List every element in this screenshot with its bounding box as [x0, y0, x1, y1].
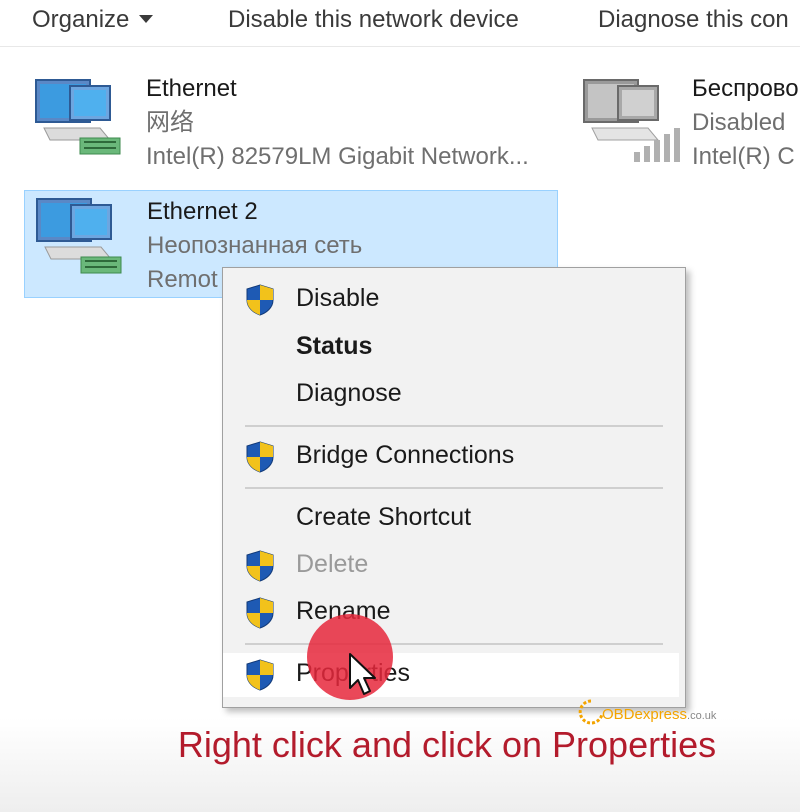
- menu-label: Create Shortcut: [296, 503, 472, 531]
- network-status: Неопознанная сеть: [147, 232, 363, 259]
- uac-shield-icon: [246, 284, 274, 316]
- menu-label: Diagnose: [296, 379, 402, 407]
- network-computer-icon: [35, 79, 121, 155]
- uac-shield-icon: [246, 550, 274, 582]
- wireless-computer-icon: [583, 79, 680, 162]
- instruction-caption: Right click and click on Properties: [177, 724, 717, 765]
- caret-down-icon: [139, 14, 154, 23]
- network-item-ethernet[interactable]: Ethernet 网络 Intel(R) 82579LM Gigabit Net…: [0, 72, 560, 182]
- mouse-pointer-icon: [349, 653, 376, 695]
- uac-shield-icon: [246, 597, 274, 629]
- menu-label: Bridge Connections: [296, 441, 515, 469]
- organize-button[interactable]: Organize: [32, 6, 154, 34]
- network-status: 网络: [146, 109, 194, 136]
- command-bar: Organize Disable this network device Dia…: [0, 0, 800, 47]
- network-name: Ethernet: [146, 75, 237, 102]
- menu-separator: [245, 425, 663, 427]
- menu-item-disable[interactable]: Disable: [223, 278, 685, 322]
- menu-label: Status: [296, 332, 373, 360]
- network-computer-icon: [36, 198, 122, 274]
- uac-shield-icon: [246, 441, 274, 473]
- network-device: Intel(R) C: [692, 143, 795, 170]
- organize-label: Organize: [32, 6, 130, 33]
- menu-label: Delete: [296, 550, 369, 578]
- menu-item-rename[interactable]: Rename: [223, 591, 685, 635]
- diagnose-connection-button[interactable]: Diagnose this con: [598, 6, 789, 34]
- context-menu: Disable Status Diagnose Bridge Connectio…: [222, 267, 686, 708]
- menu-separator: [245, 487, 663, 489]
- menu-item-properties[interactable]: Properties: [223, 653, 679, 697]
- menu-item-bridge-connections[interactable]: Bridge Connections: [223, 435, 685, 479]
- uac-shield-icon: [246, 659, 274, 691]
- menu-label: Disable: [296, 284, 380, 312]
- menu-item-create-shortcut[interactable]: Create Shortcut: [223, 497, 685, 541]
- network-status: Disabled: [692, 109, 786, 136]
- network-name: Ethernet 2: [147, 198, 258, 225]
- network-device: Intel(R) 82579LM Gigabit Network...: [146, 143, 529, 170]
- logo-text: OBDexpress.co.uk: [602, 706, 717, 723]
- disable-device-button[interactable]: Disable this network device: [228, 6, 519, 34]
- network-name: Беспрово: [692, 75, 799, 102]
- menu-item-diagnose[interactable]: Diagnose: [223, 373, 685, 417]
- menu-item-status[interactable]: Status: [223, 326, 685, 370]
- menu-item-delete[interactable]: Delete: [223, 544, 685, 588]
- network-item-wireless[interactable]: Беспрово Disabled Intel(R) C: [576, 72, 800, 182]
